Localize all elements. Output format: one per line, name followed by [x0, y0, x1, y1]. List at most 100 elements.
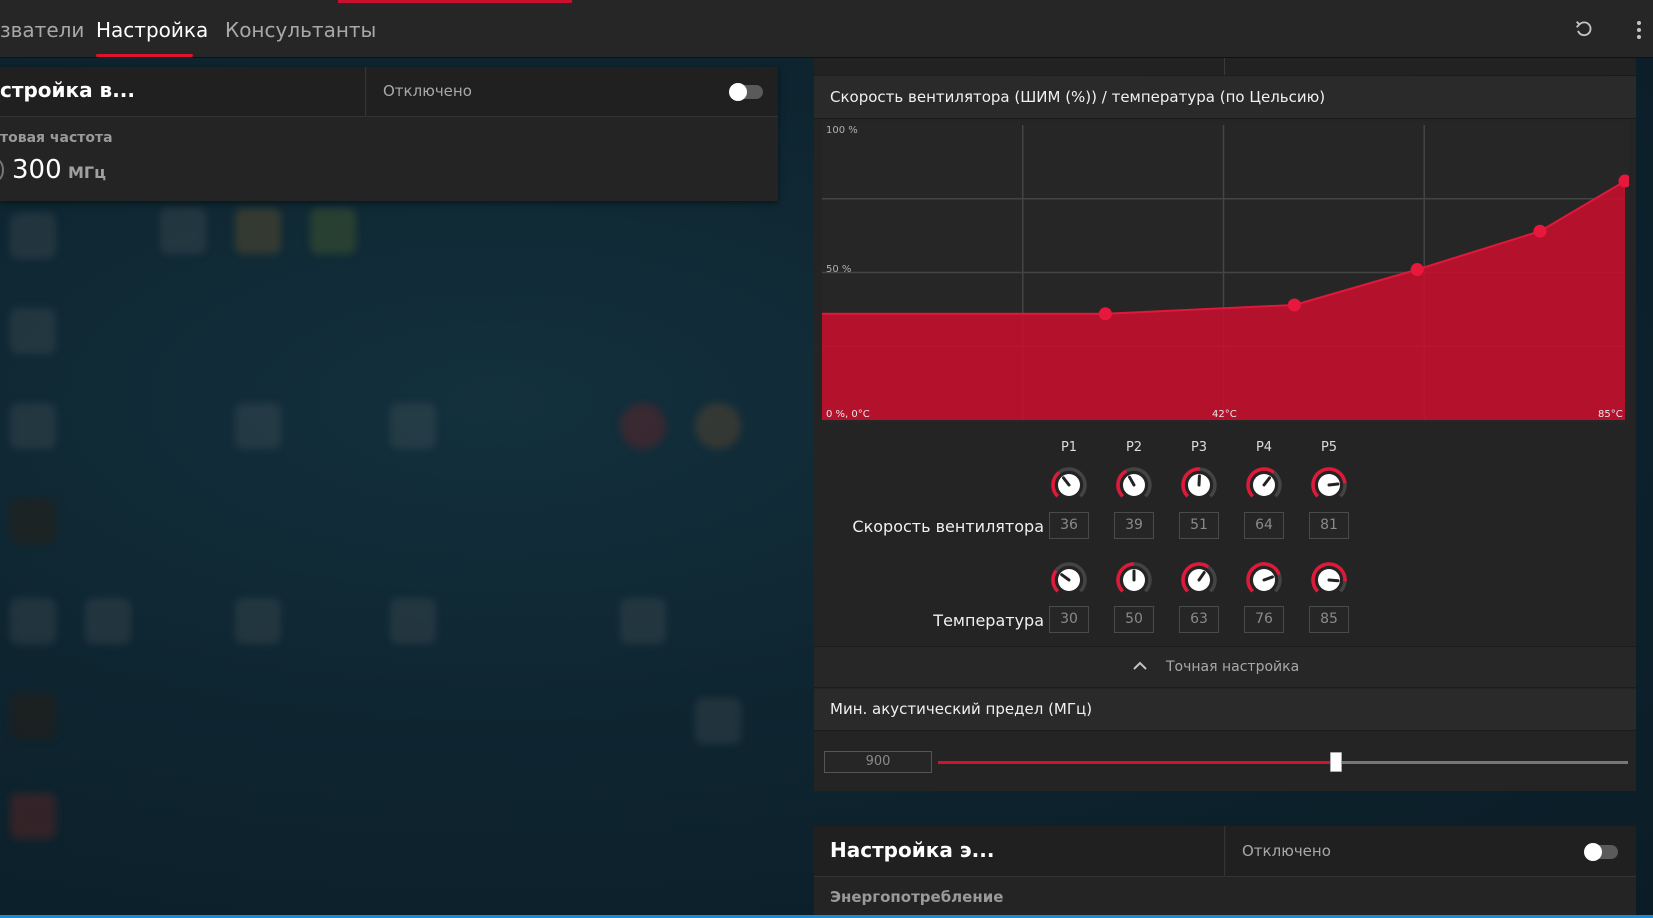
slider-fill: [938, 761, 1337, 764]
base-frequency-unit: МГц: [68, 163, 106, 182]
fine-tuning-label: Точная настройка: [1166, 659, 1300, 675]
toggle-knob: [729, 83, 747, 101]
gpu-tuning-header: стройка в...: [0, 67, 366, 117]
blurred-desktop-icon: [10, 403, 56, 449]
acoustic-limit-input[interactable]: 900: [824, 751, 932, 773]
temperature-knob-p5[interactable]: [1309, 560, 1349, 600]
acoustic-limit-title: Мин. акустический предел (МГц): [830, 700, 1093, 718]
temperature-knob-p3[interactable]: [1179, 560, 1219, 600]
knob-pointer: [1327, 482, 1340, 487]
fan-speed-knob-p5[interactable]: [1309, 465, 1349, 505]
point-label-p5: P5: [1320, 440, 1338, 455]
gpu-tuning-toggle[interactable]: [729, 83, 763, 101]
point-label-p2: P2: [1125, 440, 1143, 455]
dial-icon: [0, 159, 4, 181]
tab-settings[interactable]: Настройка: [96, 18, 208, 42]
power-tuning-header: Настройка э...: [814, 826, 1225, 877]
temperature-value-p3[interactable]: 63: [1179, 606, 1219, 633]
fan-speed-value-p1[interactable]: 36: [1049, 512, 1089, 539]
blurred-desktop-icon: [160, 208, 206, 254]
blurred-desktop-icon: [10, 213, 56, 259]
blurred-desktop-icon: [235, 403, 281, 449]
blurred-desktop-icon: [10, 598, 56, 644]
fan-curve-header: Скорость вентилятора (ШИМ (%)) / темпера…: [814, 76, 1636, 119]
temperature-knob-p1[interactable]: [1049, 560, 1089, 600]
x-tick-label-42: 42°C: [1212, 409, 1237, 420]
blurred-desktop-icon: [310, 208, 356, 254]
fine-tuning-toggle-bar[interactable]: Точная настройка: [814, 646, 1636, 688]
power-tuning-toggle[interactable]: [1584, 843, 1618, 861]
divider: [1224, 58, 1225, 75]
reset-icon[interactable]: [1572, 18, 1596, 42]
power-tuning-card: Настройка э... Отключено Энергопотреблен…: [814, 826, 1636, 918]
blurred-desktop-icon: [10, 498, 56, 544]
fan-speed-row-label: Скорость вентилятора: [852, 517, 1044, 536]
power-tuning-status-area: Отключено: [1226, 826, 1636, 877]
tab-indicators[interactable]: зватели: [0, 18, 84, 42]
knob-level: [1051, 569, 1060, 593]
temperature-value-p1[interactable]: 30: [1049, 606, 1089, 633]
blurred-desktop-icon: [695, 698, 741, 744]
fan-speed-knob-p3[interactable]: [1179, 465, 1219, 505]
fan-speed-value-p3[interactable]: 51: [1179, 512, 1219, 539]
scrolled-card-edge: [814, 58, 1636, 75]
fan-curve-title: Скорость вентилятора (ШИМ (%)) / темпера…: [830, 88, 1326, 106]
temperature-value-p5[interactable]: 85: [1309, 606, 1349, 633]
gpu-tuning-panel: стройка в... Отключено товая частота 300…: [0, 67, 778, 201]
active-tab-indicator: [96, 54, 193, 57]
blurred-desktop-icon: [620, 403, 666, 449]
blurred-desktop-icon: [10, 308, 56, 354]
fan-speed-value-p5[interactable]: 81: [1309, 512, 1349, 539]
blurred-desktop-icon: [235, 208, 281, 254]
y-tick-label-50: 50 %: [826, 264, 851, 275]
blurred-desktop-icon: [695, 403, 741, 449]
fan-speed-value-p2[interactable]: 39: [1114, 512, 1154, 539]
base-frequency-value: 300: [12, 155, 62, 185]
toggle-knob: [1584, 843, 1602, 861]
gpu-tuning-status: Отключено: [383, 82, 472, 100]
slider-thumb[interactable]: [1330, 752, 1343, 772]
tab-advisors[interactable]: Консультанты: [225, 18, 376, 42]
acoustic-limit-slider[interactable]: [938, 752, 1628, 772]
knob-pointer: [1327, 578, 1340, 583]
fan-speed-knob-p4[interactable]: [1244, 465, 1284, 505]
more-vertical-icon[interactable]: [1627, 18, 1651, 42]
blurred-desktop-icon: [390, 598, 436, 644]
acoustic-limit-header: Мин. акустический предел (МГц): [814, 689, 1636, 731]
fan-speed-value-p4[interactable]: 64: [1244, 512, 1284, 539]
fan-curve-point-p2[interactable]: [1287, 298, 1301, 312]
temperature-row-label: Температура: [933, 611, 1044, 630]
blurred-desktop-icon: [620, 598, 666, 644]
gpu-tuning-status-area: Отключено: [367, 67, 778, 117]
fan-speed-knob-p1[interactable]: [1049, 465, 1089, 505]
y-tick-label-0: 0 %, 0°C: [826, 409, 870, 420]
point-label-p4: P4: [1255, 440, 1273, 455]
point-label-p1: P1: [1060, 440, 1078, 455]
blurred-desktop-icon: [85, 598, 131, 644]
loading-progress-bar: [338, 0, 572, 3]
power-consumption-label: Энергопотребление: [830, 888, 1004, 906]
blurred-desktop-icon: [235, 598, 281, 644]
top-navigation-bar: зватели Настройка Консультанты: [0, 0, 1653, 58]
fan-curve-chart[interactable]: 100 % 50 % 0 %, 0°C 42°C 85°C: [822, 121, 1629, 422]
gpu-tuning-title: стройка в...: [0, 78, 135, 102]
temperature-value-p4[interactable]: 76: [1244, 606, 1284, 633]
power-tuning-title: Настройка э...: [830, 838, 995, 862]
point-label-p3: P3: [1190, 440, 1208, 455]
power-tuning-status: Отключено: [1242, 842, 1331, 860]
blurred-desktop-icon: [390, 403, 436, 449]
fan-speed-knob-p2[interactable]: [1114, 465, 1154, 505]
blurred-desktop-icon: [10, 793, 56, 839]
chevron-up-icon: [1133, 661, 1147, 670]
temperature-value-p2[interactable]: 50: [1114, 606, 1154, 633]
y-tick-label-100: 100 %: [826, 125, 858, 136]
fan-curve-point-p3[interactable]: [1410, 263, 1424, 277]
blurred-desktop-icon: [10, 693, 56, 739]
temperature-knob-p2[interactable]: [1114, 560, 1154, 600]
x-tick-label-85: 85°C: [1598, 409, 1623, 420]
base-frequency-label: товая частота: [0, 130, 113, 146]
fan-curve-point-p4[interactable]: [1533, 224, 1547, 238]
fan-tuning-card: Скорость вентилятора (ШИМ (%)) / темпера…: [814, 76, 1636, 791]
fan-curve-point-p1[interactable]: [1098, 307, 1112, 321]
temperature-knob-p4[interactable]: [1244, 560, 1284, 600]
